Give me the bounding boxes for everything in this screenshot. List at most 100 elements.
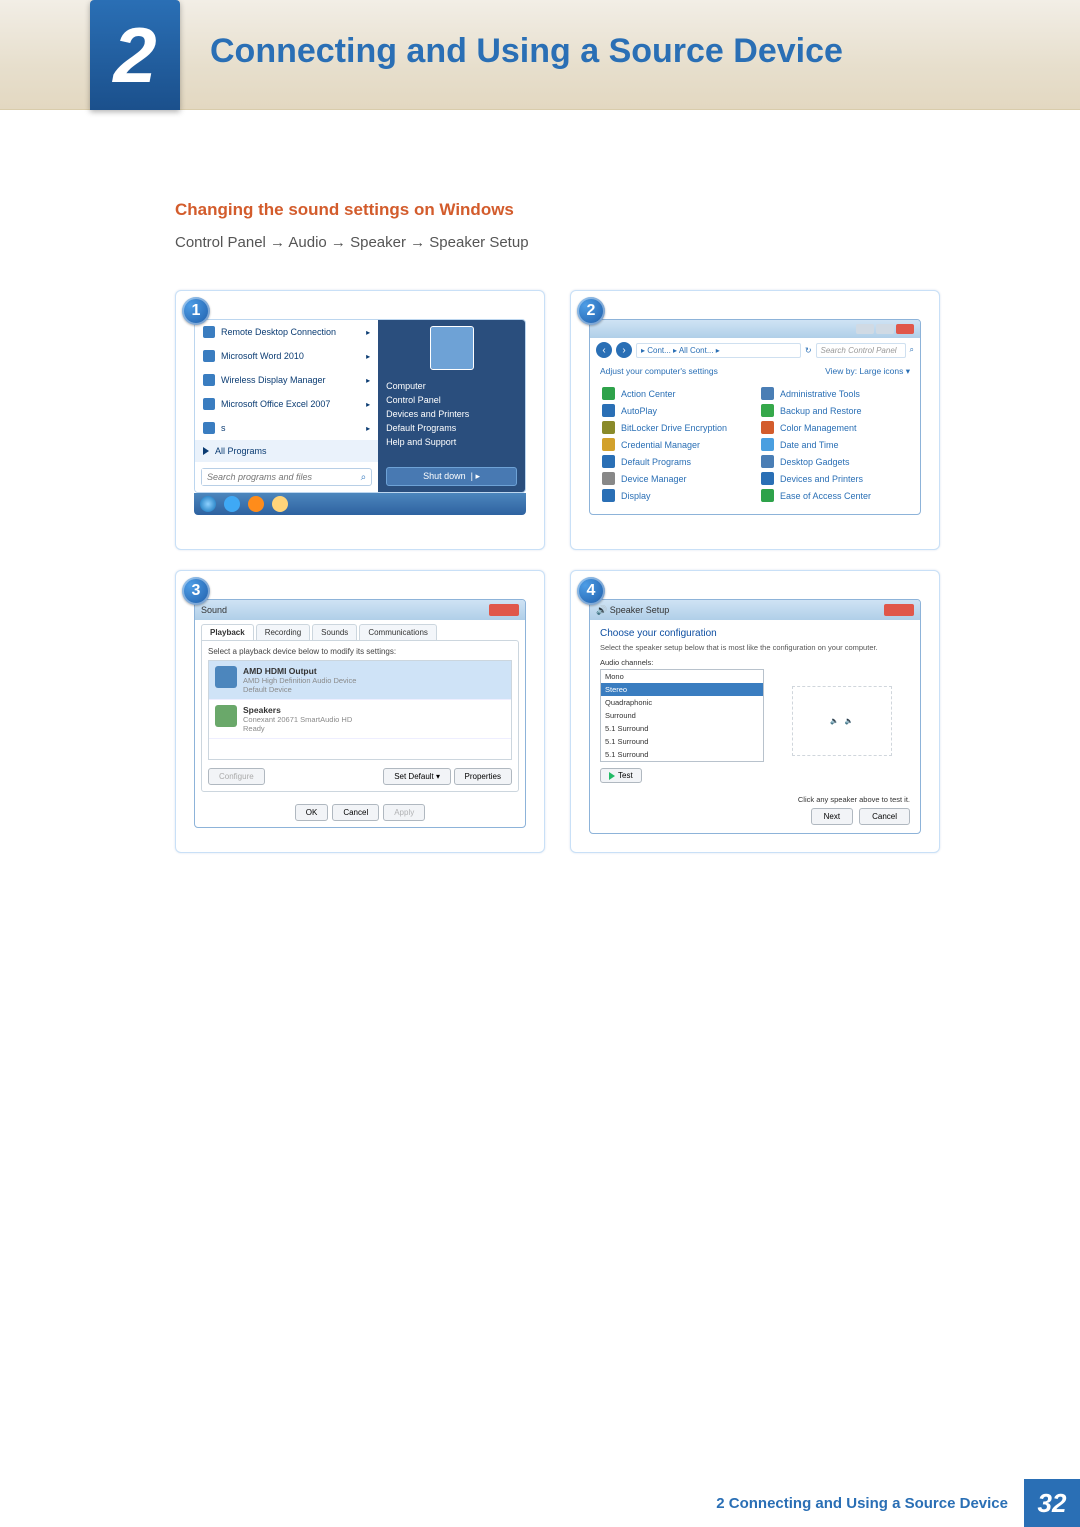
maximize-icon[interactable] <box>876 324 894 334</box>
control-panel-item[interactable]: Backup and Restore <box>761 404 908 417</box>
control-panel-item[interactable]: BitLocker Drive Encryption <box>602 421 749 434</box>
shutdown-button[interactable]: Shut down | ▸ <box>386 467 517 486</box>
start-menu-item[interactable]: Microsoft Word 2010▸ <box>195 344 378 368</box>
view-by[interactable]: View by: Large icons ▾ <box>825 366 910 377</box>
apply-button[interactable]: Apply <box>383 804 425 821</box>
control-panel-item[interactable]: Administrative Tools <box>761 387 908 400</box>
screenshot-panel-4: 4 🔊 Speaker Setup Choose your configurat… <box>570 570 940 853</box>
speaker-setup-dialog: 🔊 Speaker Setup Choose your configuratio… <box>589 599 921 834</box>
close-icon[interactable] <box>896 324 914 334</box>
search-box[interactable]: ⌕ <box>201 468 372 486</box>
start-menu-link[interactable]: Default Programs <box>386 421 517 435</box>
control-panel-item[interactable]: Ease of Access Center <box>761 489 908 502</box>
close-icon[interactable] <box>489 604 519 616</box>
sound-dialog: Sound Playback Recording Sounds Communic… <box>194 599 526 828</box>
control-panel-items: Action Center Administrative Tools AutoPla… <box>590 381 920 514</box>
channel-option[interactable]: 5.1 Surround <box>601 748 763 761</box>
explorer-icon[interactable] <box>272 496 288 512</box>
tab-communications[interactable]: Communications <box>359 624 437 640</box>
next-button[interactable]: Next <box>811 808 853 825</box>
control-panel-item[interactable]: Action Center <box>602 387 749 400</box>
channel-option[interactable]: Surround <box>601 709 763 722</box>
start-menu-item[interactable]: Microsoft Office Excel 2007▸ <box>195 392 378 416</box>
start-menu-link[interactable]: Devices and Printers <box>386 407 517 421</box>
control-panel-item[interactable]: Device Manager <box>602 472 749 485</box>
submenu-arrow-icon: ▸ <box>366 424 370 433</box>
start-orb-icon[interactable] <box>200 496 216 512</box>
cancel-button[interactable]: Cancel <box>332 804 379 821</box>
dialog-title: Sound <box>201 605 227 615</box>
control-panel-item[interactable]: Desktop Gadgets <box>761 455 908 468</box>
control-panel-item[interactable]: Credential Manager <box>602 438 749 451</box>
search-input[interactable] <box>202 469 356 485</box>
channel-option[interactable]: Mono <box>601 670 763 683</box>
window-buttons <box>856 324 914 334</box>
step-badge: 4 <box>577 577 605 605</box>
speaker-diagram[interactable]: 🔈 🔈 <box>792 686 892 756</box>
cp-item-icon <box>761 489 774 502</box>
app-icon <box>203 422 215 434</box>
cp-header: Adjust your computer's settings View by:… <box>590 362 920 381</box>
control-panel-item[interactable]: Devices and Printers <box>761 472 908 485</box>
ok-button[interactable]: OK <box>295 804 329 821</box>
control-panel-item[interactable]: Default Programs <box>602 455 749 468</box>
channels-listbox[interactable]: MonoStereoQuadraphonicSurround5.1 Surrou… <box>600 669 764 762</box>
cp-item-icon <box>602 455 615 468</box>
channel-option[interactable]: 5.1 Surround <box>601 722 763 735</box>
channel-option[interactable]: Quadraphonic <box>601 696 763 709</box>
start-menu: Remote Desktop Connection▸Microsoft Word… <box>194 319 526 493</box>
page-title: Connecting and Using a Source Device <box>210 32 843 71</box>
control-panel-item[interactable]: Color Management <box>761 421 908 434</box>
device-driver: AMD High Definition Audio Device <box>243 676 356 685</box>
media-player-icon[interactable] <box>248 496 264 512</box>
tab-sounds[interactable]: Sounds <box>312 624 357 640</box>
window-titlebar <box>590 320 920 338</box>
back-button[interactable]: ‹ <box>596 342 612 358</box>
close-icon[interactable] <box>884 604 914 616</box>
all-programs[interactable]: All Programs <box>195 440 378 462</box>
properties-button[interactable]: Properties <box>454 768 512 785</box>
start-menu-item[interactable]: Wireless Display Manager▸ <box>195 368 378 392</box>
device-status: Default Device <box>243 685 356 694</box>
device-row[interactable]: Speakers Conexant 20671 SmartAudio HD Re… <box>209 700 511 739</box>
nav-bar: ‹ › ▸ Cont... ▸ All Cont... ▸ ↻ Search C… <box>590 338 920 362</box>
start-menu-item[interactable]: s▸ <box>195 416 378 440</box>
breadcrumb[interactable]: ▸ Cont... ▸ All Cont... ▸ <box>636 343 801 358</box>
cancel-button[interactable]: Cancel <box>859 808 910 825</box>
item-label: Microsoft Word 2010 <box>221 351 304 361</box>
cp-item-label: Default Programs <box>621 457 691 467</box>
cp-item-icon <box>602 421 615 434</box>
channel-option[interactable]: 5.1 Surround <box>601 735 763 748</box>
refresh-icon[interactable]: ↻ <box>805 346 812 355</box>
app-icon <box>203 398 215 410</box>
search-field[interactable]: Search Control Panel <box>816 343 906 358</box>
device-status: Ready <box>243 724 352 733</box>
tab-playback[interactable]: Playback <box>201 624 254 640</box>
minimize-icon[interactable] <box>856 324 874 334</box>
cp-item-label: Action Center <box>621 389 676 399</box>
forward-button[interactable]: › <box>616 342 632 358</box>
start-menu-link[interactable]: Help and Support <box>386 435 517 449</box>
right-column: 🔈 🔈 <box>774 658 910 783</box>
cp-item-icon <box>602 438 615 451</box>
configure-button[interactable]: Configure <box>208 768 265 785</box>
wizard-body: Choose your configuration Select the spe… <box>590 620 920 791</box>
start-menu-link[interactable]: Control Panel <box>386 393 517 407</box>
control-panel-item[interactable]: Display <box>602 489 749 502</box>
tab-recording[interactable]: Recording <box>256 624 310 640</box>
cp-item-icon <box>761 455 774 468</box>
start-menu-link[interactable]: Computer <box>386 379 517 393</box>
control-panel-item[interactable]: Date and Time <box>761 438 908 451</box>
start-menu-item[interactable]: Remote Desktop Connection▸ <box>195 320 378 344</box>
hdmi-icon <box>215 666 237 688</box>
device-row[interactable]: AMD HDMI Output AMD High Definition Audi… <box>209 661 511 700</box>
test-button[interactable]: Test <box>600 768 642 783</box>
control-panel-item[interactable]: AutoPlay <box>602 404 749 417</box>
lower-buttons: Configure Set Default ▾ Properties <box>208 768 512 785</box>
channel-option[interactable]: Stereo <box>601 683 763 696</box>
cp-item-icon <box>761 472 774 485</box>
shutdown-label: Shut down <box>423 471 466 481</box>
screenshot-panel-3: 3 Sound Playback Recording Sounds Commun… <box>175 570 545 853</box>
set-default-button[interactable]: Set Default ▾ <box>383 768 451 785</box>
ie-icon[interactable] <box>224 496 240 512</box>
